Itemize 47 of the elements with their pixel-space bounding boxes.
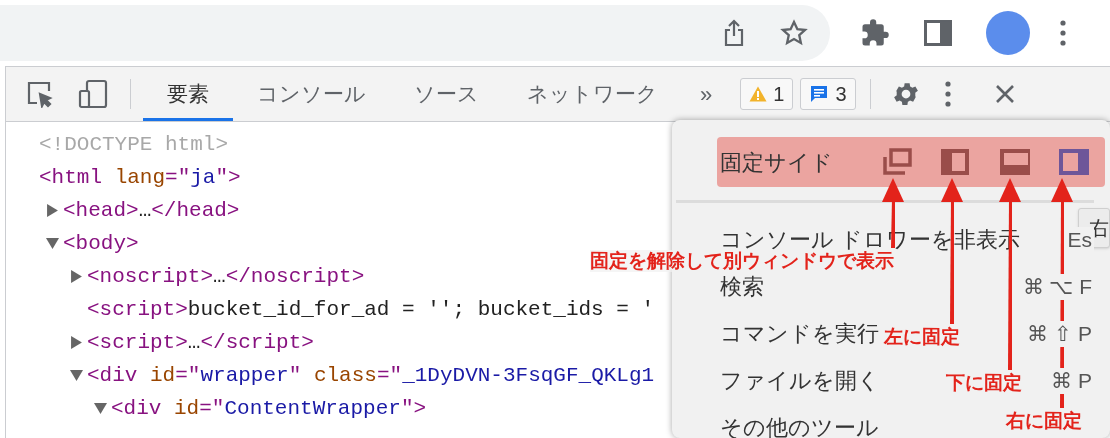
- menu-item[interactable]: ファイルを開く: [720, 367, 880, 394]
- message-icon: [809, 84, 830, 104]
- dom-node-line[interactable]: <script>…</script>: [87, 326, 314, 359]
- panel-tab[interactable]: コンソール: [233, 67, 390, 121]
- warning-badge[interactable]: 1: [740, 78, 794, 110]
- dom-node-line[interactable]: <script>bucket_id_for_ad = ''; bucket_ids = ': [87, 293, 655, 326]
- annotation-label: 固定を解除して別ウィンドウで表示: [590, 250, 894, 272]
- annotation-label: 下に固定: [946, 372, 1022, 394]
- dock-right-icon[interactable]: [1059, 148, 1089, 176]
- panel-tab[interactable]: 要素: [143, 67, 233, 121]
- collapsed-triangle-icon[interactable]: [69, 336, 83, 349]
- annotation-label: 右に固定: [1006, 410, 1082, 432]
- side-panel-icon[interactable]: [924, 20, 952, 46]
- panel-tab[interactable]: ソース: [390, 67, 503, 121]
- menu-item[interactable]: 検索: [720, 273, 764, 300]
- warning-icon: [749, 86, 768, 102]
- dom-node-line[interactable]: <html lang="ja">: [39, 161, 241, 194]
- dom-node-line[interactable]: <div id="ContentWrapper">: [111, 392, 427, 425]
- messages-badge[interactable]: 3: [800, 78, 856, 110]
- menu-item[interactable]: コマンドを実行: [720, 320, 879, 347]
- annotation-arrow: [882, 178, 904, 248]
- collapsed-triangle-icon[interactable]: [69, 270, 83, 283]
- dom-node-line[interactable]: <head>…</head>: [63, 194, 240, 227]
- more-tabs-button[interactable]: »: [692, 77, 721, 111]
- annotation-label: 左に固定: [884, 326, 960, 348]
- close-icon[interactable]: [994, 84, 1015, 104]
- panel-tab[interactable]: ネットワーク: [503, 67, 682, 121]
- undock-icon[interactable]: [882, 148, 912, 176]
- device-toolbar-icon[interactable]: [78, 79, 108, 109]
- kebab-menu-icon[interactable]: [944, 81, 951, 107]
- menu-item[interactable]: その他のツール: [720, 414, 879, 438]
- dock-side-label: 固定サイド: [720, 148, 834, 177]
- dock-left-icon[interactable]: [941, 148, 971, 176]
- kebab-menu-icon[interactable]: [1060, 20, 1066, 46]
- share-icon[interactable]: [722, 19, 746, 47]
- profile-avatar[interactable]: [986, 11, 1030, 55]
- dom-node-line[interactable]: <body>: [63, 227, 139, 260]
- puzzle-icon[interactable]: [860, 18, 890, 48]
- dom-node-line[interactable]: <noscript>…</noscript>: [87, 260, 365, 293]
- expanded-triangle-icon[interactable]: [45, 237, 59, 250]
- dom-node-line[interactable]: <div id="wrapper" class="_1DyDVN-3FsqGF_QKLg1: [87, 359, 655, 392]
- collapsed-triangle-icon[interactable]: [45, 204, 59, 217]
- expanded-triangle-icon[interactable]: [69, 369, 83, 382]
- expanded-triangle-icon[interactable]: [93, 402, 107, 415]
- star-icon[interactable]: [780, 19, 808, 47]
- dock-bottom-icon[interactable]: [1000, 148, 1030, 176]
- inspect-element-icon[interactable]: [26, 80, 54, 108]
